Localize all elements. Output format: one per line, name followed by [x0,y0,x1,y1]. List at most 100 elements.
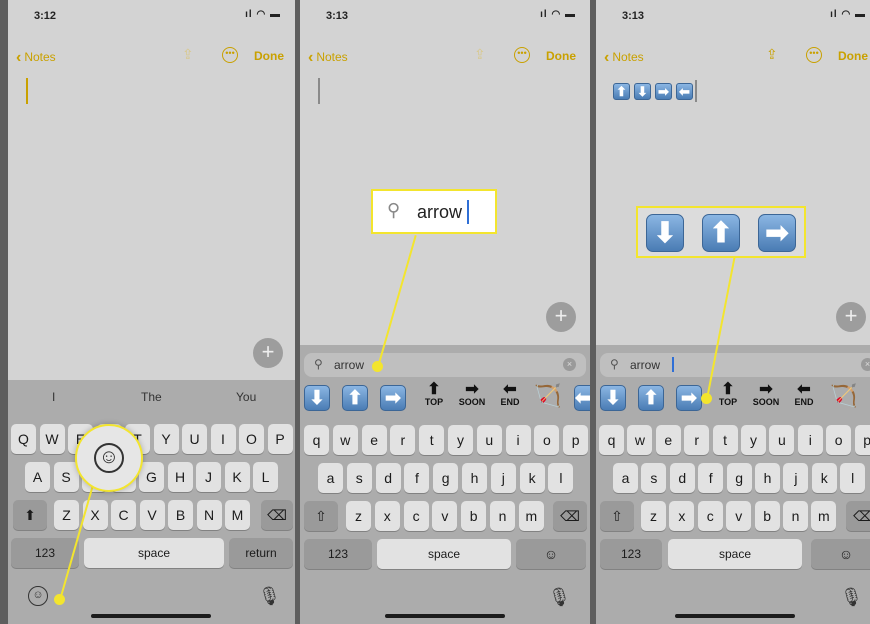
letter-key[interactable]: r [390,425,416,455]
letter-key[interactable]: w [627,425,653,455]
arrow-down-emoji[interactable]: ⬇ [600,385,626,411]
letter-key[interactable]: u [769,425,795,455]
letter-key[interactable]: e [361,425,387,455]
end-arrow-emoji[interactable]: ⬅ END [790,382,818,408]
back-button[interactable]: ‹ Notes [308,48,348,66]
letter-key[interactable]: a [318,463,343,493]
plus-icon[interactable]: + [836,302,866,332]
arrow-right-emoji[interactable]: ➡ [676,385,702,411]
letter-key[interactable]: m [811,501,837,531]
letter-key[interactable]: m [518,501,544,531]
share-icon[interactable]: ⇪ [182,46,194,63]
soon-arrow-emoji[interactable]: ➡ SOON [752,382,780,408]
numbers-key[interactable]: 123 [600,539,662,569]
delete-icon[interactable]: ⌫ [846,501,870,531]
letter-key[interactable]: t [712,425,738,455]
share-icon[interactable]: ⇪ [474,46,486,63]
letter-key[interactable]: y [741,425,766,455]
letter-key[interactable]: v [726,501,752,531]
suggestion-2[interactable]: The [141,390,162,404]
letter-key[interactable]: J [196,462,221,492]
arrow-right-emoji[interactable]: ➡ [380,385,406,411]
letter-key[interactable]: p [854,425,870,455]
letter-key[interactable]: q [599,425,624,455]
emoji-search-field[interactable]: ⚲ arrow × [304,353,586,377]
letter-key[interactable]: Z [54,500,79,530]
top-arrow-emoji[interactable]: ⬆ TOP [420,382,448,408]
soon-arrow-emoji[interactable]: ➡ SOON [458,382,486,408]
letter-key[interactable]: b [754,501,780,531]
share-icon[interactable]: ⇪ [766,46,778,63]
letter-key[interactable]: B [168,500,193,530]
clear-icon[interactable]: × [563,358,576,371]
note-body[interactable]: 3:13 ıl ◠ ▬ ‹ Notes ⇪ ••• Done [300,0,590,345]
letter-key[interactable]: i [797,425,823,455]
letter-key[interactable]: o [534,425,560,455]
letter-key[interactable]: g [726,463,752,493]
delete-icon[interactable]: ⌫ [553,501,587,531]
shift-icon[interactable]: ⇧ [304,501,338,531]
letter-key[interactable]: Q [11,424,36,454]
letter-key[interactable]: k [811,463,837,493]
letter-key[interactable]: z [346,501,371,531]
more-icon[interactable]: ••• [806,47,822,63]
letter-key[interactable]: P [267,424,293,454]
arrow-up-emoji[interactable]: ⬆ [638,385,664,411]
letter-key[interactable]: Y [153,424,179,454]
bow-and-arrow-emoji[interactable]: 🏹 [830,383,857,409]
letter-key[interactable]: n [783,501,808,531]
done-button[interactable]: Done [254,49,284,63]
letter-key[interactable]: c [697,501,723,531]
top-arrow-emoji[interactable]: ⬆ TOP [714,382,742,408]
letter-key[interactable]: h [462,463,487,493]
done-button[interactable]: Done [546,49,576,63]
letter-key[interactable]: a [613,463,638,493]
emoji-icon[interactable]: ☺ [811,539,870,569]
letter-key[interactable]: d [669,463,695,493]
letter-key[interactable]: d [375,463,401,493]
letter-key[interactable]: K [224,462,250,492]
arrow-up-emoji[interactable]: ⬆ [342,385,368,411]
letter-key[interactable]: l [548,463,574,493]
letter-key[interactable]: x [374,501,400,531]
letter-key[interactable]: f [404,463,430,493]
letter-key[interactable]: y [448,425,473,455]
back-button[interactable]: ‹ Notes [604,48,644,66]
return-key[interactable]: return [229,538,293,568]
delete-icon[interactable]: ⌫ [261,500,293,530]
arrow-left-emoji[interactable]: ⬅ [574,385,590,411]
letter-key[interactable]: f [698,463,724,493]
letter-key[interactable]: p [563,425,589,455]
emoji-icon[interactable]: ☺ [516,539,586,569]
suggestion-3[interactable]: You [236,390,256,404]
letter-key[interactable]: U [182,424,207,454]
microphone-icon[interactable]: 🎙 [258,586,281,607]
letter-key[interactable]: e [655,425,681,455]
letter-key[interactable]: t [419,425,445,455]
back-button[interactable]: ‹ Notes [16,48,56,66]
letter-key[interactable]: O [239,424,264,454]
space-key[interactable]: space [668,539,802,569]
space-key[interactable]: space [377,539,511,569]
letter-key[interactable]: I [210,424,236,454]
letter-key[interactable]: N [196,500,222,530]
shift-icon[interactable]: ⬆ [13,500,47,530]
shift-icon[interactable]: ⇧ [600,501,634,531]
done-button[interactable]: Done [838,49,868,63]
letter-key[interactable]: i [505,425,531,455]
letter-key[interactable]: H [167,462,193,492]
letter-key[interactable]: v [432,501,458,531]
microphone-icon[interactable]: 🎙 [840,587,863,608]
letter-key[interactable]: G [139,462,164,492]
microphone-icon[interactable]: 🎙 [548,587,571,608]
letter-key[interactable]: x [669,501,695,531]
emoji-icon[interactable]: ☺ [28,586,48,606]
space-key[interactable]: space [84,538,224,568]
letter-key[interactable]: j [490,463,516,493]
letter-key[interactable]: s [346,463,372,493]
letter-key[interactable]: o [826,425,852,455]
bow-and-arrow-emoji[interactable]: 🏹 [534,383,561,409]
letter-key[interactable]: r [684,425,710,455]
numbers-key[interactable]: 123 [304,539,372,569]
suggestion-1[interactable]: I [52,390,55,404]
